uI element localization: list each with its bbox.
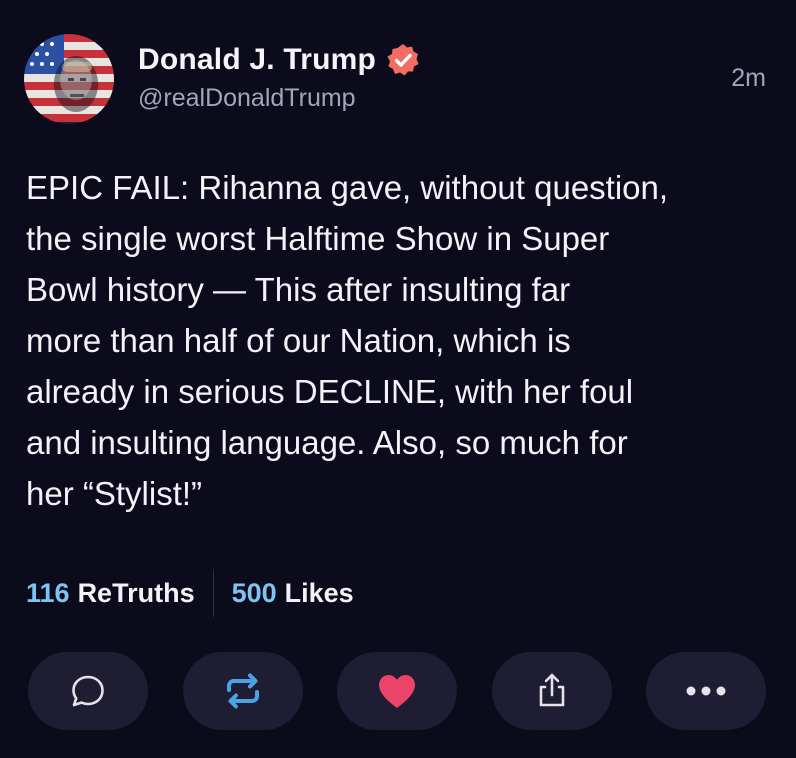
more-icon (686, 686, 726, 696)
verified-badge-icon (386, 43, 420, 77)
likes-stat[interactable]: 500 Likes (232, 578, 354, 609)
retruth-button[interactable] (182, 652, 303, 730)
post-stats: 116 ReTruths 500 Likes (26, 568, 354, 618)
stats-divider (212, 569, 214, 617)
likes-label: Likes (284, 577, 354, 608)
heart-icon (379, 675, 415, 708)
author-info: Donald J. Trump @realDonaldTrump (138, 40, 420, 113)
avatar[interactable] (24, 34, 114, 124)
post-header: Donald J. Trump @realDonaldTrump 2m (24, 34, 766, 126)
like-button[interactable] (337, 652, 457, 730)
name-line: Donald J. Trump (138, 40, 420, 80)
likes-count: 500 (231, 577, 277, 608)
retruths-count: 116 (26, 577, 70, 608)
retruths-stat[interactable]: 116 ReTruths (26, 578, 195, 609)
author-handle[interactable]: @realDonaldTrump (138, 84, 420, 113)
action-bar (28, 652, 766, 730)
share-icon (539, 673, 564, 707)
reply-button[interactable] (28, 652, 148, 730)
post-body-text: EPIC FAIL: Rihanna gave, without questio… (26, 169, 669, 512)
repost-icon (226, 673, 259, 709)
flag-portrait-avatar-icon (24, 34, 114, 124)
share-button[interactable] (491, 652, 612, 730)
author-display-name[interactable]: Donald J. Trump (138, 43, 376, 77)
post-timestamp[interactable]: 2m (731, 64, 766, 93)
comment-icon (72, 675, 104, 707)
retruths-label: ReTruths (77, 577, 195, 608)
more-button[interactable] (646, 652, 766, 730)
